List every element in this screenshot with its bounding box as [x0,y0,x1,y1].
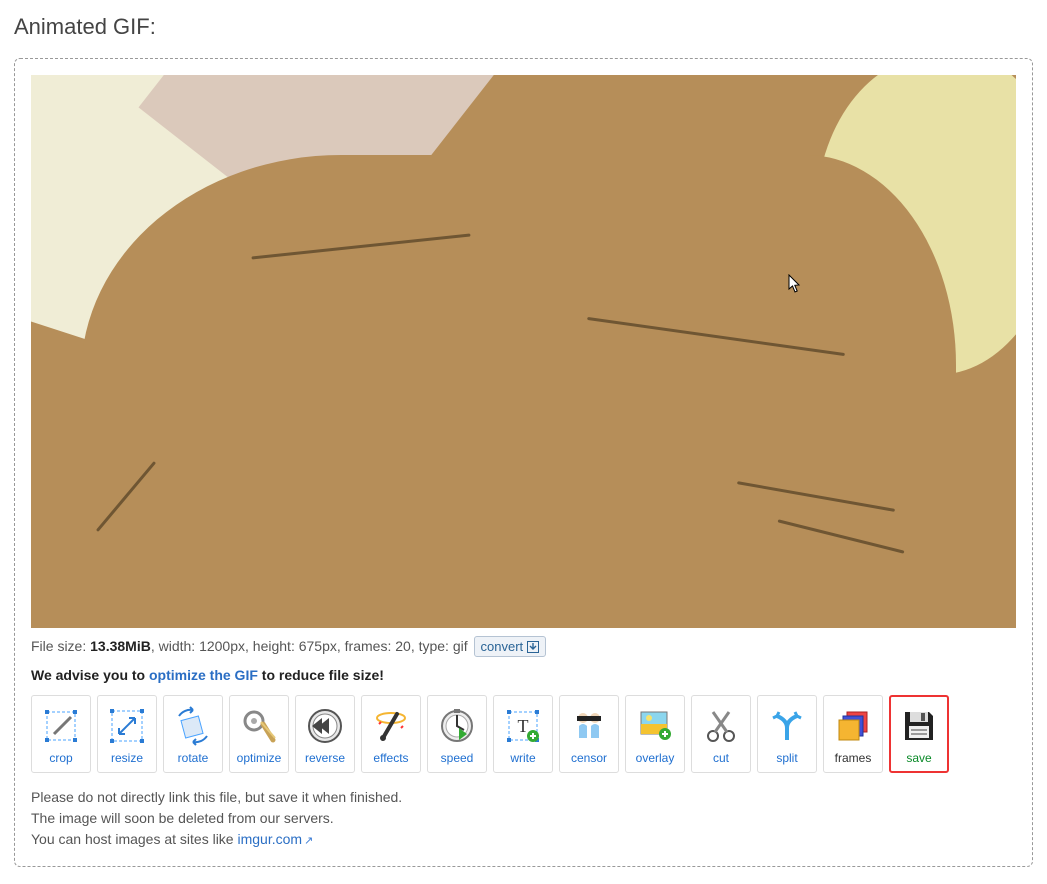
rotate-label: rotate [178,751,209,765]
frames-value: 20 [395,638,411,654]
external-link-icon: ↗ [304,835,313,847]
speed-icon [436,705,478,747]
gif-preview [31,75,1016,628]
rotate-button[interactable]: rotate [163,695,223,773]
cut-button[interactable]: cut [691,695,751,773]
svg-text:T: T [518,716,529,736]
effects-button[interactable]: effects [361,695,421,773]
overlay-button[interactable]: overlay [625,695,685,773]
note-line-2: The image will soon be deleted from our … [31,808,1016,829]
cut-icon [700,705,742,747]
size-label: File size: [31,638,90,654]
effects-icon [370,705,412,747]
save-icon [898,705,940,747]
type-label: , type: [411,638,453,654]
height-value: 675px [299,638,337,654]
note-line-3: You can host images at sites like imgur.… [31,829,1016,850]
frames-icon [832,705,874,747]
crop-label: crop [49,751,72,765]
cut-label: cut [713,751,729,765]
height-label: , height: [245,638,299,654]
optimize-button[interactable]: optimize [229,695,289,773]
optimize-icon [238,705,280,747]
mouse-cursor-icon [788,274,802,294]
speed-label: speed [441,751,474,765]
toolbar: crop resize [31,695,1016,773]
split-label: split [776,751,797,765]
split-icon [766,705,808,747]
write-label: write [510,751,535,765]
censor-button[interactable]: censor [559,695,619,773]
file-info: File size: 13.38MiB, width: 1200px, heig… [31,636,1016,657]
resize-label: resize [111,751,143,765]
frames-button[interactable]: frames [823,695,883,773]
resize-icon [106,705,148,747]
note-3-prefix: You can host images at sites like [31,831,238,847]
reverse-button[interactable]: reverse [295,695,355,773]
save-label: save [906,751,931,765]
convert-label: convert [481,639,524,654]
censor-label: censor [571,751,607,765]
optimize-link[interactable]: optimize the GIF [149,667,258,683]
type-value: gif [453,638,468,654]
advice-prefix: We advise you to [31,667,149,683]
reverse-label: reverse [305,751,345,765]
page-title: Animated GIF: [14,14,1033,40]
overlay-label: overlay [636,751,675,765]
notes: Please do not directly link this file, b… [31,787,1016,850]
crop-button[interactable]: crop [31,695,91,773]
effects-label: effects [373,751,408,765]
rotate-icon [172,705,214,747]
resize-button[interactable]: resize [97,695,157,773]
imgur-link[interactable]: imgur.com [238,831,303,847]
width-value: 1200px [199,638,245,654]
reverse-icon [304,705,346,747]
width-label: , width: [151,638,199,654]
convert-button[interactable]: convert [474,636,547,657]
advice-suffix: to reduce file size! [258,667,384,683]
write-icon: T [502,705,544,747]
download-icon [527,641,539,653]
save-button[interactable]: save [889,695,949,773]
censor-icon [568,705,610,747]
gif-panel: File size: 13.38MiB, width: 1200px, heig… [14,58,1033,867]
overlay-icon [634,705,676,747]
frames-label: , frames: [337,638,395,654]
preview-shape [81,155,956,628]
optimize-label: optimize [237,751,282,765]
write-button[interactable]: T write [493,695,553,773]
speed-button[interactable]: speed [427,695,487,773]
crop-icon [40,705,82,747]
size-value: 13.38MiB [90,638,151,654]
frames-label: frames [835,751,872,765]
advice-text: We advise you to optimize the GIF to red… [31,667,1016,683]
note-line-1: Please do not directly link this file, b… [31,787,1016,808]
split-button[interactable]: split [757,695,817,773]
